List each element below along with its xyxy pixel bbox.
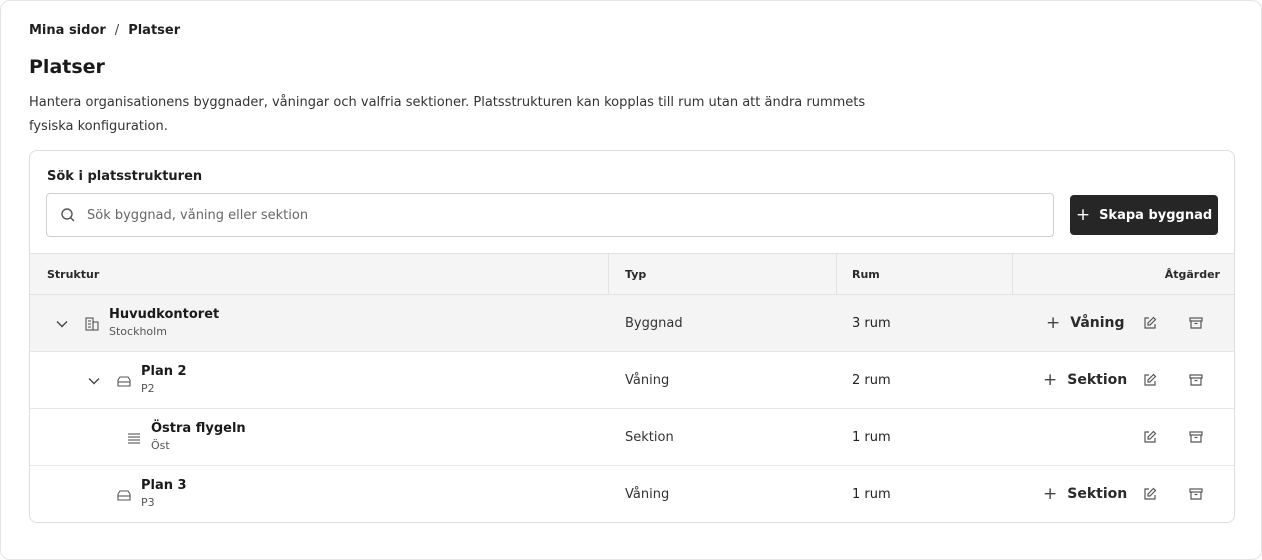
column-header-type: Typ (609, 254, 837, 294)
node-subtitle: P2 (141, 382, 155, 395)
archive-icon[interactable] (1188, 429, 1204, 445)
node-name: Huvudkontoret (109, 307, 220, 322)
archive-icon[interactable] (1188, 486, 1204, 502)
archive-icon[interactable] (1188, 315, 1204, 331)
structure-cell: Huvudkontoret Stockholm (30, 295, 609, 351)
floor-icon (116, 373, 132, 389)
plus-icon: + (1043, 369, 1058, 390)
node-label: Huvudkontoret Stockholm (109, 306, 219, 340)
page-title: Platser (29, 56, 105, 78)
structure-cell: Östra flygeln Öst (30, 409, 609, 465)
add-floor-label: Våning (1070, 315, 1125, 331)
node-name: Plan 3 (141, 478, 187, 493)
add-section-label: Sektion (1067, 372, 1128, 388)
edit-icon[interactable] (1142, 315, 1158, 331)
actions-cell: + Sektion (1013, 466, 1234, 522)
breadcrumb: Mina sidor / Platser (29, 23, 180, 38)
type-cell: Våning (625, 372, 670, 388)
edit-icon[interactable] (1142, 372, 1158, 388)
rooms-cell: 3 rum (852, 315, 891, 331)
plus-icon: + (1075, 204, 1091, 225)
search-field[interactable] (46, 193, 1054, 237)
table-row[interactable]: Huvudkontoret Stockholm Byggnad 3 rum + … (30, 295, 1234, 352)
rooms-cell: 1 rum (852, 486, 891, 502)
add-floor-button[interactable]: + Våning (1046, 295, 1125, 351)
plus-icon: + (1046, 312, 1061, 333)
add-section-label: Sektion (1067, 486, 1128, 502)
search-input[interactable] (87, 194, 1053, 236)
archive-icon[interactable] (1188, 372, 1204, 388)
structure-cell: Plan 3 P3 (30, 466, 609, 522)
node-subtitle: Öst (151, 439, 170, 452)
node-subtitle: Stockholm (109, 325, 167, 338)
breadcrumb-item-platser: Platser (128, 23, 181, 38)
add-section-button[interactable]: + Sektion (1043, 466, 1127, 522)
building-icon (84, 316, 100, 332)
floor-icon (116, 487, 132, 503)
column-header-actions: Åtgärder (1164, 267, 1220, 281)
node-label: Plan 3 P3 (141, 477, 187, 511)
type-cell: Byggnad (625, 315, 683, 331)
search-label: Sök i platsstrukturen (47, 169, 203, 184)
breadcrumb-separator: / (114, 23, 120, 38)
actions-cell (1013, 409, 1234, 465)
table-row[interactable]: Plan 2 P2 Våning 2 rum + Sektion (30, 352, 1234, 409)
node-name: Plan 2 (141, 364, 187, 379)
breadcrumb-item-mina-sidor[interactable]: Mina sidor (29, 23, 106, 38)
node-subtitle: P3 (141, 496, 155, 509)
column-header-rooms: Rum (837, 254, 1013, 294)
page-description: Hantera organisationens byggnader, vånin… (29, 95, 866, 134)
edit-icon[interactable] (1142, 486, 1158, 502)
rooms-cell: 1 rum (852, 429, 891, 445)
structure-table: Struktur Typ Rum Åtgärder Huvudkontoret … (30, 253, 1234, 522)
structure-cell: Plan 2 P2 (30, 352, 609, 408)
actions-cell: + Sektion (1013, 352, 1234, 408)
add-section-button[interactable]: + Sektion (1043, 352, 1127, 408)
table-row[interactable]: Östra flygeln Öst Sektion 1 rum (30, 409, 1234, 466)
chevron-down-icon[interactable] (87, 374, 101, 388)
create-building-label: Skapa byggnad (1099, 207, 1213, 223)
node-label: Östra flygeln Öst (151, 420, 246, 454)
node-label: Plan 2 P2 (141, 363, 187, 397)
actions-cell: + Våning (1013, 295, 1234, 351)
table-row[interactable]: Plan 3 P3 Våning 1 rum + Sektion (30, 466, 1234, 522)
type-cell: Sektion (625, 429, 674, 445)
column-header-structure: Struktur (30, 254, 609, 294)
chevron-down-icon[interactable] (55, 317, 69, 331)
search-icon (60, 207, 76, 223)
section-icon (126, 430, 142, 446)
location-structure-card: Sök i platsstrukturen + Skapa byggnad St… (29, 150, 1235, 523)
rooms-cell: 2 rum (852, 372, 891, 388)
table-header: Struktur Typ Rum Åtgärder (30, 253, 1234, 295)
plus-icon: + (1043, 483, 1058, 504)
create-building-button[interactable]: + Skapa byggnad (1070, 195, 1218, 235)
edit-icon[interactable] (1142, 429, 1158, 445)
node-name: Östra flygeln (151, 421, 246, 436)
type-cell: Våning (625, 486, 670, 502)
page: Mina sidor / Platser Platser Hantera org… (0, 0, 1262, 560)
